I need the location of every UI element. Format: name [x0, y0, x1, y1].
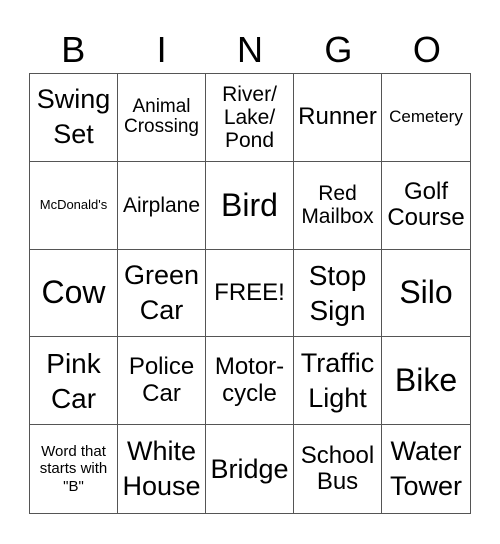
bingo-cell[interactable]: Cemetery	[382, 74, 470, 162]
bingo-cell[interactable]: White House	[118, 425, 206, 513]
bingo-cell[interactable]: Stop Sign	[294, 249, 382, 338]
header-letter-i: I	[156, 29, 167, 70]
bingo-cell[interactable]: Bridge	[206, 425, 294, 513]
bingo-cell[interactable]: Red Mailbox	[294, 161, 382, 250]
header-letter-b: B	[61, 29, 86, 70]
bingo-cell[interactable]: Silo	[382, 250, 470, 338]
bingo-cell[interactable]: Runner	[294, 74, 382, 162]
bingo-cell[interactable]: Water Tower	[382, 425, 470, 513]
bingo-header: B I N G O	[29, 28, 471, 72]
header-letter-g: G	[324, 29, 353, 70]
bingo-cell[interactable]: School Bus	[294, 425, 382, 513]
free-space[interactable]: FREE!	[206, 249, 294, 338]
bingo-cell[interactable]: Swing Set	[30, 74, 118, 162]
header-letter-o: O	[412, 29, 441, 70]
bingo-cell[interactable]: Airplane	[118, 161, 206, 250]
bingo-cell[interactable]: Bird	[206, 161, 294, 250]
bingo-cell[interactable]: Cow	[30, 249, 118, 338]
bingo-cell[interactable]: Motor-cycle	[206, 337, 294, 426]
bingo-cell[interactable]: Word that starts with "B"	[30, 425, 118, 513]
bingo-cell[interactable]: Golf Course	[382, 162, 470, 250]
bingo-cell[interactable]: McDonald's	[30, 161, 118, 250]
bingo-cell[interactable]: Police Car	[118, 337, 206, 426]
bingo-cell[interactable]: Pink Car	[30, 337, 118, 426]
bingo-cell[interactable]: River/ Lake/ Pond	[206, 74, 294, 162]
header-letter-n: N	[237, 29, 264, 70]
bingo-cell[interactable]: Green Car	[118, 249, 206, 338]
bingo-cell[interactable]: Animal Crossing	[118, 74, 206, 162]
bingo-grid: Swing Set Animal Crossing River/ Lake/ P…	[29, 73, 471, 514]
bingo-cell[interactable]: Bike	[382, 337, 470, 426]
bingo-cell[interactable]: Traffic Light	[294, 337, 382, 426]
